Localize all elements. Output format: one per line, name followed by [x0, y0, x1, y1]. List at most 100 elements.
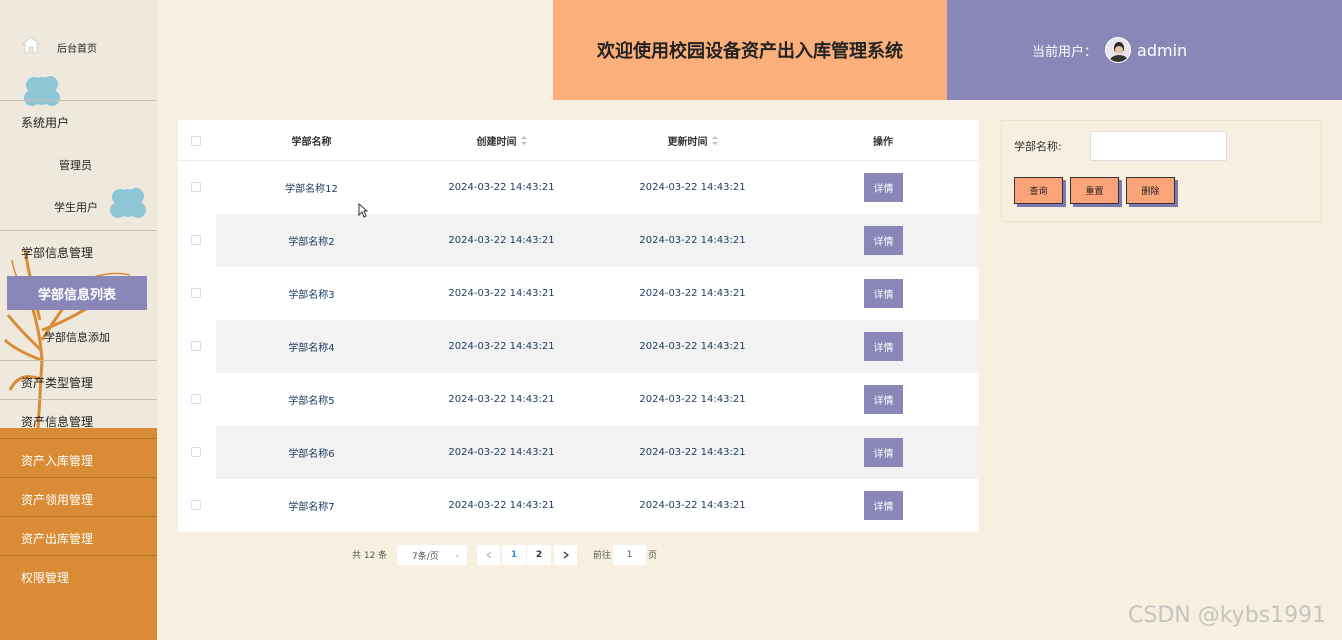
sidebar-item-department-add[interactable]: 学部信息添加 [44, 329, 157, 345]
column-header-updated[interactable]: 更新时间 [629, 120, 756, 161]
detail-button[interactable]: 详情 [864, 491, 903, 520]
sidebar-group-system-users[interactable]: 系统用户 [21, 114, 157, 131]
cell-updated-time: 2024-03-22 14:43:21 [639, 182, 746, 193]
detail-button[interactable]: 详情 [864, 279, 903, 308]
cell-created-time: 2024-03-22 14:43:21 [448, 288, 555, 299]
table-row: 学部名称6 2024-03-22 14:43:21 2024-03-22 14:… [178, 426, 979, 479]
cell-department-name: 学部名称5 [288, 396, 335, 407]
cell-created-time: 2024-03-22 14:43:21 [448, 394, 555, 405]
page-size-select[interactable]: 7条/页 ⌄ [397, 545, 467, 565]
pagination-total: 共 12 条 [352, 551, 388, 561]
reset-button[interactable]: 重置 [1070, 177, 1119, 204]
search-panel: 学部名称: 查询 重置 删除 [1001, 120, 1322, 222]
cloud-decoration-icon [24, 76, 60, 106]
row-checkbox[interactable] [191, 341, 201, 351]
cell-department-name: 学部名称3 [288, 290, 335, 301]
home-icon [22, 36, 40, 54]
row-checkbox[interactable] [191, 447, 201, 457]
sidebar-menu-asset-outbound[interactable]: 资产出库管理 [21, 530, 157, 547]
watermark: CSDN @kybs1991 [1128, 603, 1327, 628]
department-name-input[interactable] [1090, 131, 1227, 161]
user-info: 当前用户： admin [947, 0, 1342, 100]
sidebar-menu-asset-type[interactable]: 资产类型管理 [21, 374, 157, 391]
cell-updated-time: 2024-03-22 14:43:21 [639, 235, 746, 246]
sidebar-divider [0, 399, 157, 400]
sidebar-menu-asset-requisition[interactable]: 资产领用管理 [21, 491, 157, 508]
department-table: 学部名称 创建时间 更新时间 操作 学部名称12 2024-03-22 14:4… [178, 120, 979, 532]
select-all-checkbox[interactable] [191, 136, 201, 146]
mouse-cursor-icon [358, 203, 368, 218]
detail-button[interactable]: 详情 [864, 332, 903, 361]
sidebar-item-department-list[interactable]: 学部信息列表 [7, 276, 147, 310]
page-number-current[interactable]: 1 [502, 545, 526, 565]
cell-department-name: 学部名称7 [288, 502, 335, 513]
sidebar-item-admin[interactable]: 管理员 [59, 157, 157, 173]
table-row: 学部名称7 2024-03-22 14:43:21 2024-03-22 14:… [178, 479, 979, 532]
sidebar-divider [0, 230, 157, 231]
row-checkbox[interactable] [191, 182, 201, 192]
avatar[interactable] [1105, 37, 1132, 63]
goto-label: 前往 [593, 551, 612, 561]
row-checkbox[interactable] [191, 394, 201, 404]
table-row: 学部名称12 2024-03-22 14:43:21 2024-03-22 14… [178, 161, 979, 214]
sidebar-item-home[interactable]: 后台首页 [57, 40, 157, 55]
username[interactable]: admin [1137, 41, 1187, 60]
cell-created-time: 2024-03-22 14:43:21 [448, 500, 555, 511]
sidebar-menu-asset-info[interactable]: 资产信息管理 [21, 413, 157, 430]
sidebar-divider [0, 555, 157, 556]
page-title: 欢迎使用校园设备资产出入库管理系统 [553, 0, 947, 100]
cell-created-time: 2024-03-22 14:43:21 [448, 235, 555, 246]
cell-department-name: 学部名称2 [288, 237, 335, 248]
sidebar-divider [0, 100, 157, 101]
table-row: 学部名称4 2024-03-22 14:43:21 2024-03-22 14:… [178, 320, 979, 373]
current-user-label: 当前用户： [1032, 44, 1098, 60]
goto-page-input[interactable]: 1 [613, 545, 646, 565]
sidebar-divider [0, 516, 157, 517]
detail-button[interactable]: 详情 [864, 226, 903, 255]
cell-department-name: 学部名称6 [288, 449, 335, 460]
column-header-name: 学部名称 [291, 137, 332, 148]
table-header: 学部名称 创建时间 更新时间 操作 [178, 120, 979, 161]
detail-button[interactable]: 详情 [864, 173, 903, 202]
cell-created-time: 2024-03-22 14:43:21 [448, 182, 555, 193]
cell-updated-time: 2024-03-22 14:43:21 [639, 288, 746, 299]
sidebar-divider [0, 477, 157, 478]
search-label: 学部名称: [1014, 140, 1062, 153]
cell-created-time: 2024-03-22 14:43:21 [448, 341, 555, 352]
cell-updated-time: 2024-03-22 14:43:21 [639, 500, 746, 511]
sidebar-divider [0, 360, 157, 361]
sidebar-menu-asset-inbound[interactable]: 资产入库管理 [21, 452, 157, 469]
column-header-created[interactable]: 创建时间 [438, 120, 565, 161]
sidebar-menu-permissions[interactable]: 权限管理 [21, 569, 157, 586]
sidebar-divider [0, 438, 157, 439]
chevron-left-icon [485, 551, 491, 559]
sort-icon[interactable] [711, 136, 718, 145]
sidebar-group-department[interactable]: 学部信息管理 [21, 244, 157, 261]
next-page-button[interactable] [554, 545, 577, 565]
sidebar: 后台首页 系统用户 管理员 学生用户 学部信息管理 学部信息列表 学部信息添加 … [0, 0, 157, 640]
page-size-value: 7条/页 [412, 551, 439, 562]
table-row: 学部名称2 2024-03-22 14:43:21 2024-03-22 14:… [178, 214, 979, 267]
prev-page-button[interactable] [477, 545, 500, 565]
table-row: 学部名称3 2024-03-22 14:43:21 2024-03-22 14:… [178, 267, 979, 320]
detail-button[interactable]: 详情 [864, 438, 903, 467]
column-header-created-label: 创建时间 [476, 137, 517, 148]
chevron-down-icon: ⌄ [454, 550, 461, 559]
row-checkbox[interactable] [191, 235, 201, 245]
cell-department-name: 学部名称12 [285, 184, 338, 195]
detail-button[interactable]: 详情 [864, 385, 903, 414]
delete-button[interactable]: 删除 [1126, 177, 1175, 204]
page-suffix-label: 页 [648, 551, 658, 561]
sort-icon[interactable] [520, 136, 527, 145]
query-button[interactable]: 查询 [1014, 177, 1063, 204]
chevron-right-icon [563, 551, 569, 559]
row-checkbox[interactable] [191, 500, 201, 510]
column-header-actions: 操作 [873, 137, 893, 148]
cell-department-name: 学部名称4 [288, 343, 335, 354]
cell-updated-time: 2024-03-22 14:43:21 [639, 341, 746, 352]
row-checkbox[interactable] [191, 288, 201, 298]
page-number[interactable]: 2 [527, 545, 551, 565]
column-header-updated-label: 更新时间 [667, 137, 708, 148]
cell-updated-time: 2024-03-22 14:43:21 [639, 394, 746, 405]
cell-updated-time: 2024-03-22 14:43:21 [639, 447, 746, 458]
